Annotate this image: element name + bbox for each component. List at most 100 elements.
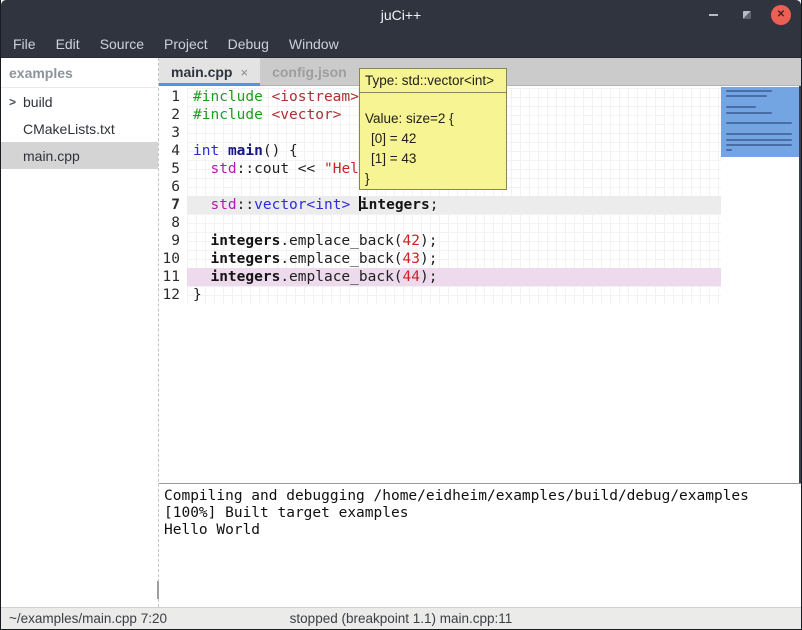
line-number[interactable]: 2 — [159, 106, 187, 124]
file-tree: >build CMakeLists.txt main.cpp — [1, 88, 158, 169]
value-tooltip-line: Value: size=2 { — [365, 109, 506, 129]
minimap-line — [726, 117, 730, 119]
tab-label: config.json — [272, 64, 347, 80]
code-token: 42 — [403, 233, 420, 249]
type-tooltip-text: Type: std::vector<int> — [365, 73, 494, 88]
menu-file[interactable]: File — [3, 30, 46, 58]
code-token: integers — [210, 233, 280, 249]
sidebar-item-main.cpp[interactable]: main.cpp — [1, 142, 158, 169]
status-debug-state: stopped (breakpoint 1.1) main.cpp:11 — [1, 608, 801, 630]
code-line[interactable]: std::vector<int> integers; — [187, 196, 721, 214]
code-token — [219, 143, 228, 159]
code-token — [193, 233, 210, 249]
code-token — [193, 161, 210, 177]
code-token: #include — [193, 89, 263, 105]
line-number[interactable]: 5 — [159, 160, 187, 178]
minimap-viewport[interactable] — [721, 87, 799, 157]
code-token: main — [228, 143, 263, 159]
code-token: ); — [420, 269, 437, 285]
code-token: vector<int> — [254, 197, 350, 213]
tab-config.json[interactable]: config.json — [260, 58, 359, 86]
file-tree-sidebar: examples >build CMakeLists.txt main.cpp — [1, 58, 159, 607]
line-number[interactable]: 3 — [159, 124, 187, 142]
menu-edit[interactable]: Edit — [46, 30, 90, 58]
editor-row: 8 — [159, 214, 721, 232]
titlebar[interactable]: juCi++ ✕ — [1, 0, 801, 30]
line-number[interactable]: 1 — [159, 88, 187, 106]
minimap-line — [726, 133, 792, 135]
line-number[interactable]: 11 — [159, 268, 187, 286]
line-number[interactable]: 9 — [159, 232, 187, 250]
minimap-line — [726, 90, 772, 92]
code-token: } — [193, 287, 202, 303]
line-number[interactable]: 7 — [159, 196, 187, 214]
line-number[interactable]: 10 — [159, 250, 187, 268]
restore-button[interactable] — [737, 5, 757, 25]
restore-icon — [743, 11, 751, 19]
value-tooltip-line: } — [365, 169, 506, 189]
sidebar-item-build[interactable]: >build — [1, 88, 158, 115]
line-number[interactable]: 4 — [159, 142, 187, 160]
code-token: integers — [210, 269, 280, 285]
code-token: std — [210, 197, 236, 213]
code-token — [193, 197, 210, 213]
menu-window[interactable]: Window — [279, 30, 349, 58]
value-tooltip-line: [0] = 42 — [365, 129, 506, 149]
code-line[interactable] — [187, 214, 721, 232]
minimize-button[interactable] — [703, 5, 723, 25]
minimap-line — [726, 149, 732, 151]
code-token: ); — [420, 251, 437, 267]
line-number[interactable]: 8 — [159, 214, 187, 232]
project-name: examples — [1, 58, 158, 88]
code-token: std — [210, 161, 236, 177]
menu-debug[interactable]: Debug — [218, 30, 279, 58]
menu-source[interactable]: Source — [90, 30, 154, 58]
build-console[interactable]: Compiling and debugging /home/eidheim/ex… — [159, 483, 801, 607]
editor-row: 7 std::vector<int> integers; — [159, 196, 721, 214]
minimap[interactable] — [721, 86, 801, 483]
value-tooltip-line: [1] = 43 — [365, 149, 506, 169]
line-number[interactable]: 12 — [159, 286, 187, 304]
minimap-line — [726, 95, 767, 97]
sidebar-item-cmakelists.txt[interactable]: CMakeLists.txt — [1, 115, 158, 142]
pane-divider-handle[interactable] — [157, 581, 159, 599]
close-button[interactable]: ✕ — [771, 5, 791, 25]
minimap-line — [726, 144, 792, 146]
menu-project[interactable]: Project — [154, 30, 218, 58]
code-token — [193, 269, 210, 285]
code-line[interactable]: integers.emplace_back(43); — [187, 250, 721, 268]
minimap-line — [726, 106, 756, 108]
line-number[interactable]: 6 — [159, 178, 187, 196]
code-token: .emplace_back( — [280, 233, 402, 249]
code-token: ; — [430, 197, 439, 213]
window-controls: ✕ — [703, 0, 791, 30]
editor-row: 10 integers.emplace_back(43); — [159, 250, 721, 268]
status-bar: ~/examples/main.cpp 7:20 stopped (breakp… — [1, 607, 801, 630]
code-token: 44 — [403, 269, 420, 285]
code-line[interactable]: } — [187, 286, 721, 304]
code-token — [263, 107, 272, 123]
close-icon: ✕ — [777, 10, 785, 20]
tab-main.cpp[interactable]: main.cpp× — [159, 58, 260, 86]
minimap-line — [726, 122, 792, 124]
tab-close-icon[interactable]: × — [240, 65, 248, 80]
value-tooltip: Value: size=2 {[0] = 42[1] = 43} — [359, 92, 507, 190]
code-token: #include — [193, 107, 263, 123]
code-token: "Hel — [324, 161, 359, 177]
code-token: .emplace_back( — [280, 269, 402, 285]
code-token — [193, 251, 210, 267]
console-line: [100%] Built target examples — [164, 505, 801, 522]
console-line: Compiling and debugging /home/eidheim/ex… — [164, 488, 801, 505]
code-token: ); — [420, 233, 437, 249]
code-line[interactable]: integers.emplace_back(44); — [187, 268, 721, 286]
minimize-icon — [709, 14, 718, 16]
code-token: 43 — [403, 251, 420, 267]
file-label: CMakeLists.txt — [23, 121, 115, 137]
expander-icon[interactable]: > — [9, 95, 23, 109]
code-token: ::cout << — [237, 161, 324, 177]
code-line[interactable]: integers.emplace_back(42); — [187, 232, 721, 250]
code-token: integers — [210, 251, 280, 267]
menu-bar: FileEditSourceProjectDebugWindow — [1, 30, 801, 58]
code-token: <vector> — [272, 107, 342, 123]
code-token: integers — [360, 197, 430, 213]
